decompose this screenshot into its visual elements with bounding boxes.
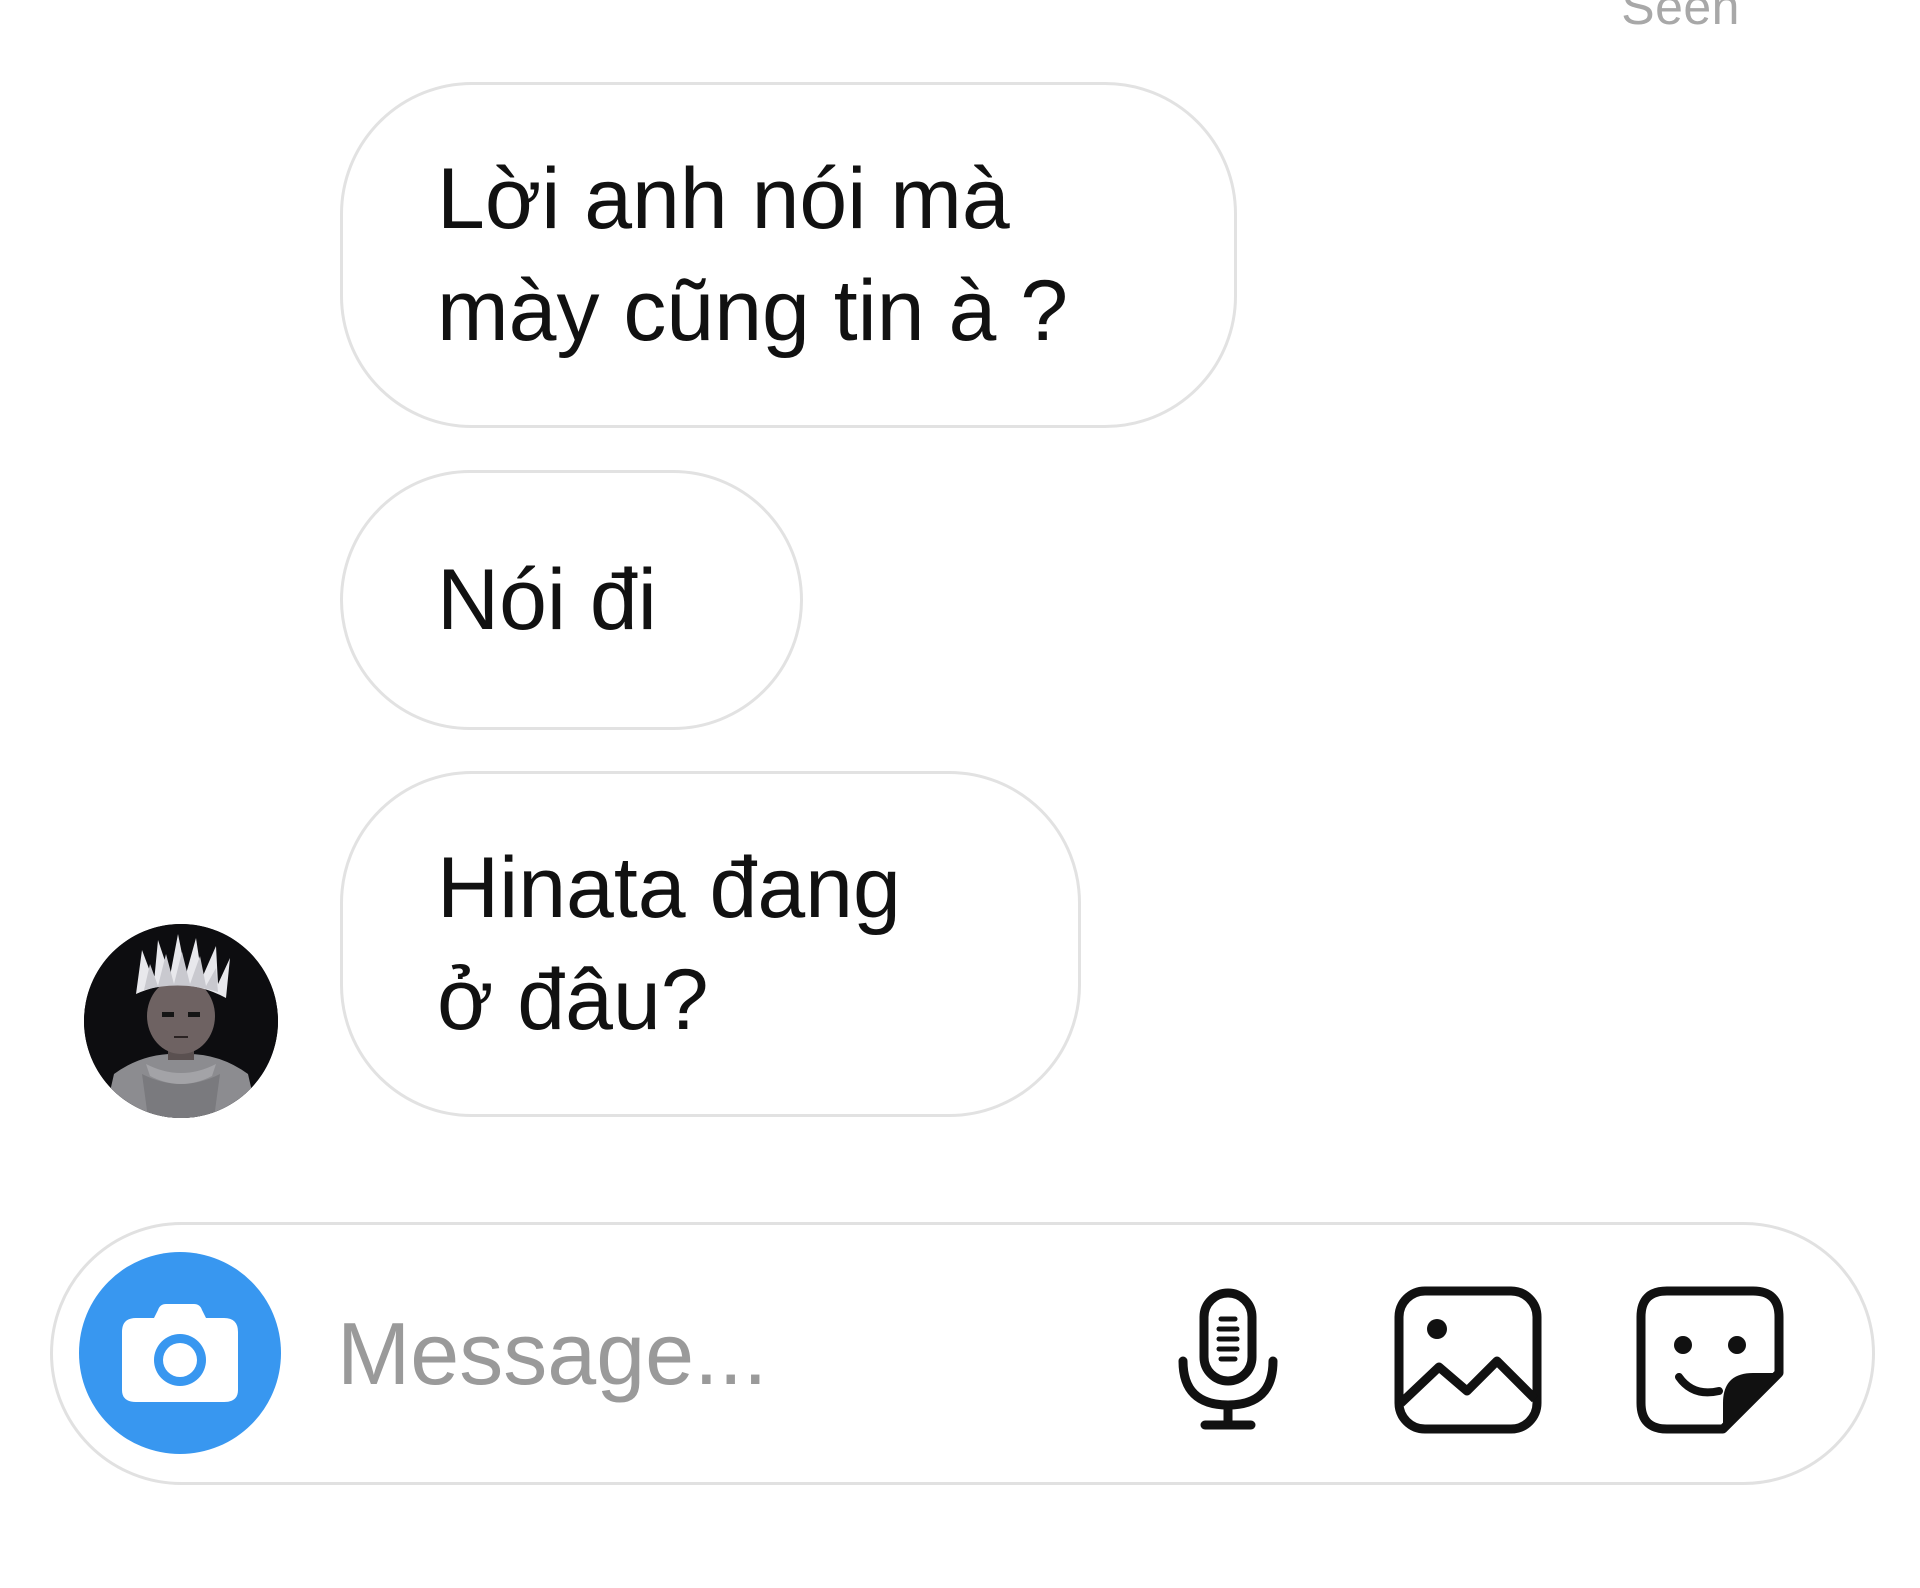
- camera-button[interactable]: [79, 1252, 281, 1454]
- microphone-icon: [1178, 1288, 1278, 1430]
- message-line: Nói đi: [437, 552, 657, 648]
- message-line: Lời anh nói mà: [437, 151, 1010, 247]
- sender-avatar[interactable]: [84, 924, 278, 1118]
- image-gallery-icon: [1394, 1286, 1542, 1434]
- sticker-button[interactable]: [1635, 1285, 1785, 1435]
- camera-icon: [122, 1304, 238, 1402]
- message-bubble[interactable]: Hinata đang ở đâu?: [340, 771, 1081, 1117]
- message-line: ở đâu?: [437, 952, 709, 1048]
- message-composer: [50, 1222, 1875, 1485]
- message-text: Nói đi: [437, 544, 657, 656]
- microphone-button[interactable]: [1153, 1285, 1303, 1435]
- message-bubble[interactable]: Nói đi: [340, 470, 803, 730]
- message-line: Hinata đang: [437, 840, 901, 936]
- message-bubble[interactable]: Lời anh nói mà mày cũng tin à ?: [340, 82, 1237, 428]
- gallery-button[interactable]: [1393, 1285, 1543, 1435]
- message-line: mày cũng tin à ?: [437, 263, 1069, 359]
- message-text: Lời anh nói mà mày cũng tin à ?: [437, 143, 1068, 367]
- seen-indicator: Seen: [1621, 0, 1740, 35]
- sticker-icon: [1636, 1286, 1784, 1434]
- message-text: Hinata đang ở đâu?: [437, 832, 901, 1056]
- message-input[interactable]: [325, 1265, 1169, 1443]
